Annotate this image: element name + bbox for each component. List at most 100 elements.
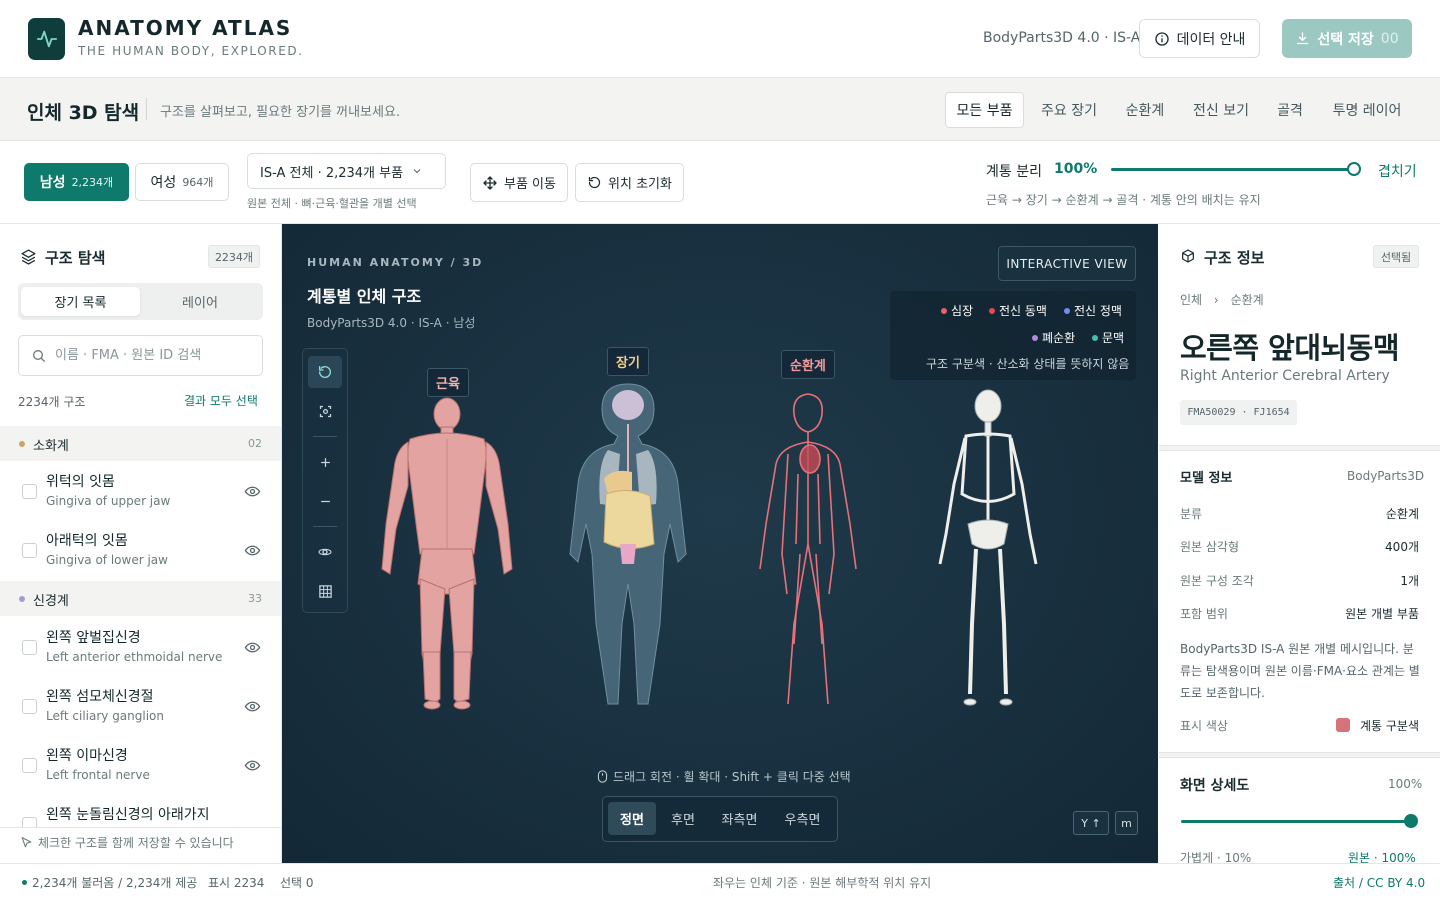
dataset-version: BodyParts3D 4.0 · IS-A xyxy=(983,30,1141,46)
tab-skeleton[interactable]: 골격 xyxy=(1266,92,1314,128)
separation-slider-handle[interactable] xyxy=(1347,162,1361,176)
group-color-dot xyxy=(19,441,25,447)
detail-level-value: 100% xyxy=(1388,777,1423,791)
view-mode-badge: INTERACTIVE VIEW xyxy=(998,246,1136,281)
tab-major-organs[interactable]: 주요 장기 xyxy=(1032,92,1106,128)
orbit-button[interactable] xyxy=(308,536,342,568)
grid-icon xyxy=(318,584,332,598)
label-circulatory[interactable]: 순환계 xyxy=(781,350,835,379)
sex-female-button[interactable]: 여성 964개 xyxy=(135,163,229,201)
color-value: 계통 구분색 xyxy=(1359,719,1419,733)
reset-position-button[interactable]: 위치 초기화 xyxy=(575,163,684,202)
group-header-digestive[interactable]: 소화계 02 xyxy=(0,426,281,461)
item-name-ko: 위턱의 잇몸 xyxy=(46,474,115,490)
segment-organ-list[interactable]: 장기 목록 xyxy=(21,287,140,316)
organ-figure[interactable] xyxy=(569,383,687,705)
save-selection-label: 선택 저장 xyxy=(1317,31,1374,48)
minimap-button[interactable]: m xyxy=(1115,811,1138,835)
circulatory-figure[interactable] xyxy=(759,393,857,705)
select-all-results-link[interactable]: 결과 모두 선택 xyxy=(184,392,258,409)
separation-slider[interactable] xyxy=(1111,168,1355,171)
source-license-link[interactable]: 출처 / CC BY 4.0 xyxy=(1333,874,1425,891)
item-checkbox[interactable] xyxy=(22,699,37,714)
view-left-button[interactable]: 좌측면 xyxy=(712,802,767,835)
breadcrumb: 인체 › 순환계 xyxy=(1180,291,1264,308)
legend-pulmonary: 폐순환 xyxy=(1032,329,1075,346)
model-source: BodyParts3D xyxy=(1347,469,1425,483)
tab-all-parts[interactable]: 모든 부품 xyxy=(945,92,1024,128)
eye-icon[interactable] xyxy=(244,698,261,715)
rotate-reset-button[interactable] xyxy=(308,356,342,388)
legend-note: 구조 구분색 · 산소화 상태를 뜻하지 않음 xyxy=(926,357,1130,371)
item-checkbox[interactable] xyxy=(22,817,37,827)
label-organs[interactable]: 장기 xyxy=(607,347,649,376)
list-item[interactable]: 위턱의 잇몸 Gingiva of upper jaw xyxy=(0,461,281,520)
viewer-title: 계통별 인체 구조 xyxy=(307,287,422,306)
eye-icon[interactable] xyxy=(244,483,261,500)
zoom-out-button[interactable] xyxy=(308,485,342,517)
muscle-figure[interactable] xyxy=(381,397,513,710)
legend-arteries: 전신 동맥 xyxy=(989,302,1047,319)
legend-dot xyxy=(989,307,995,314)
group-color-dot xyxy=(19,596,25,602)
item-checkbox[interactable] xyxy=(22,640,37,655)
page-title: 인체 3D 탐색 xyxy=(27,102,140,124)
legend-label: 문맥 xyxy=(1102,331,1125,345)
zoom-in-button[interactable] xyxy=(308,446,342,478)
tab-full-body[interactable]: 전신 보기 xyxy=(1184,92,1258,128)
eye-icon[interactable] xyxy=(244,542,261,559)
group-name: 신경계 xyxy=(33,594,69,609)
move-icon xyxy=(483,175,497,190)
item-checkbox[interactable] xyxy=(22,484,37,499)
move-parts-button[interactable]: 부품 이동 xyxy=(470,163,568,202)
breadcrumb-separator: › xyxy=(1213,293,1219,307)
item-checkbox[interactable] xyxy=(22,543,37,558)
save-selection-button[interactable]: 선택 저장 00 xyxy=(1282,19,1412,58)
view-front-button[interactable]: 정면 xyxy=(608,802,656,835)
breadcrumb-root[interactable]: 인체 xyxy=(1180,293,1202,307)
detail-level-slider[interactable] xyxy=(1181,820,1411,823)
search-input[interactable] xyxy=(55,348,255,363)
label-muscle[interactable]: 근육 xyxy=(427,368,469,397)
list-item[interactable]: 왼쪽 눈돌림신경의 아래가지 xyxy=(0,794,281,827)
group-header-nervous[interactable]: 신경계 33 xyxy=(0,581,281,616)
view-right-button[interactable]: 우측면 xyxy=(775,802,830,835)
overlap-button[interactable]: 겹치기 xyxy=(1378,161,1417,181)
breadcrumb-leaf[interactable]: 순환계 xyxy=(1231,293,1264,307)
detail-level-title: 화면 상세도 xyxy=(1180,778,1250,794)
info-key: 포함 범위 xyxy=(1180,607,1228,621)
list-item[interactable]: 왼쪽 섬모체신경절 Left ciliary ganglion xyxy=(0,676,281,735)
part-description: BodyParts3D IS-A 원본 개별 메시입니다. 분류는 탐색용이며 … xyxy=(1180,642,1420,700)
part-name-en: Right Anterior Cerebral Artery xyxy=(1180,368,1390,384)
group-count: 33 xyxy=(248,592,262,605)
item-name-ko: 왼쪽 섬모체신경절 xyxy=(46,689,154,705)
axis-up-button[interactable]: Y ↑ xyxy=(1073,811,1109,835)
detail-level-handle[interactable] xyxy=(1404,814,1418,828)
view-back-button[interactable]: 후면 xyxy=(662,802,704,835)
list-item[interactable]: 아래턱의 잇몸 Gingiva of lower jaw xyxy=(0,520,281,579)
separation-value: 100% xyxy=(1054,161,1098,177)
brand-name: ANATOMY ATLAS xyxy=(78,16,293,40)
logo-icon xyxy=(28,18,65,60)
item-checkbox[interactable] xyxy=(22,758,37,773)
dataset-select[interactable]: IS-A 전체 · 2,234개 부품 xyxy=(247,153,446,189)
sex-male-button[interactable]: 남성 2,234개 xyxy=(24,163,129,201)
tab-circulatory[interactable]: 순환계 xyxy=(1114,92,1176,128)
eye-icon[interactable] xyxy=(244,639,261,656)
skeleton-figure[interactable] xyxy=(938,389,1038,706)
info-key: 원본 구성 조각 xyxy=(1180,574,1254,588)
sex-male-count: 2,234개 xyxy=(71,176,114,189)
data-info-button[interactable]: 데이터 안내 xyxy=(1139,19,1260,58)
list-item[interactable]: 왼쪽 이마신경 Left frontal nerve xyxy=(0,735,281,794)
tab-transparent-layer[interactable]: 투명 레이어 xyxy=(1322,92,1412,128)
info-key: 분류 xyxy=(1180,507,1203,521)
eye-icon[interactable] xyxy=(244,757,261,774)
segment-layer[interactable]: 레이어 xyxy=(140,287,260,316)
brand-tagline: THE HUMAN BODY, EXPLORED. xyxy=(78,44,304,58)
list-item[interactable]: 왼쪽 앞벌집신경 Left anterior ethmoidal nerve xyxy=(0,617,281,676)
focus-button[interactable] xyxy=(308,395,342,427)
group-count: 02 xyxy=(248,437,262,450)
move-parts-label: 부품 이동 xyxy=(504,177,556,192)
legend-dot xyxy=(1092,334,1098,341)
grid-button[interactable] xyxy=(308,575,342,607)
